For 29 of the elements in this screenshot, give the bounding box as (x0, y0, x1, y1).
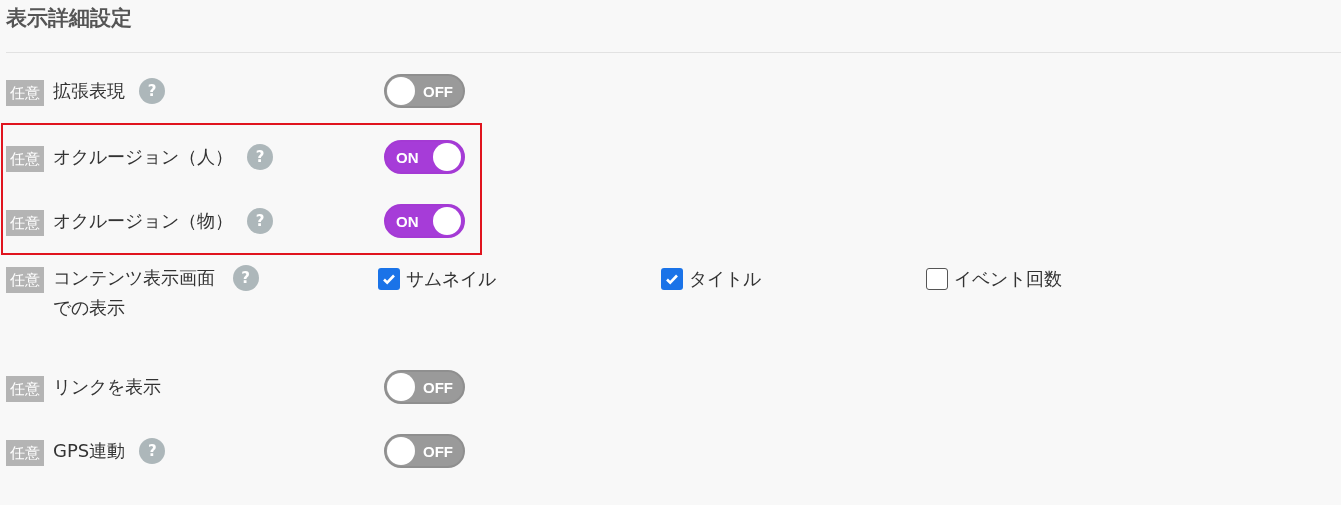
checkbox-label: タイトル (689, 267, 761, 291)
optional-badge: 任意 (6, 146, 44, 172)
setting-label: 拡張表現 (53, 79, 125, 103)
setting-label: コンテンツ表示画面での表示 (53, 266, 216, 320)
toggle-switch[interactable]: ON (384, 140, 465, 174)
setting-label: GPS連動 (53, 439, 126, 463)
checkbox[interactable] (661, 268, 683, 290)
checkbox-label: サムネイル (406, 267, 496, 291)
optional-badge: 任意 (6, 440, 44, 466)
help-icon[interactable]: ? (232, 265, 259, 291)
setting-label: オクルージョン（人） (53, 145, 233, 169)
checkbox[interactable] (926, 268, 948, 290)
optional-badge: 任意 (6, 80, 44, 106)
toggle-switch[interactable]: OFF (384, 74, 465, 108)
help-icon[interactable]: ? (247, 208, 273, 234)
section-title: 表示詳細設定 (6, 5, 133, 32)
optional-badge: 任意 (6, 210, 44, 236)
toggle-switch[interactable]: OFF (384, 434, 465, 468)
setting-label: オクルージョン（物） (53, 209, 233, 233)
optional-badge: 任意 (6, 376, 44, 402)
help-icon[interactable]: ? (247, 144, 273, 170)
setting-label: リンクを表示 (53, 375, 161, 399)
checkbox-label: イベント回数 (954, 267, 1062, 291)
toggle-switch[interactable]: OFF (384, 370, 465, 404)
checkbox[interactable] (378, 268, 400, 290)
toggle-switch[interactable]: ON (384, 204, 465, 238)
optional-badge: 任意 (6, 267, 44, 293)
help-icon[interactable]: ? (139, 78, 165, 104)
help-icon[interactable]: ? (139, 438, 166, 464)
